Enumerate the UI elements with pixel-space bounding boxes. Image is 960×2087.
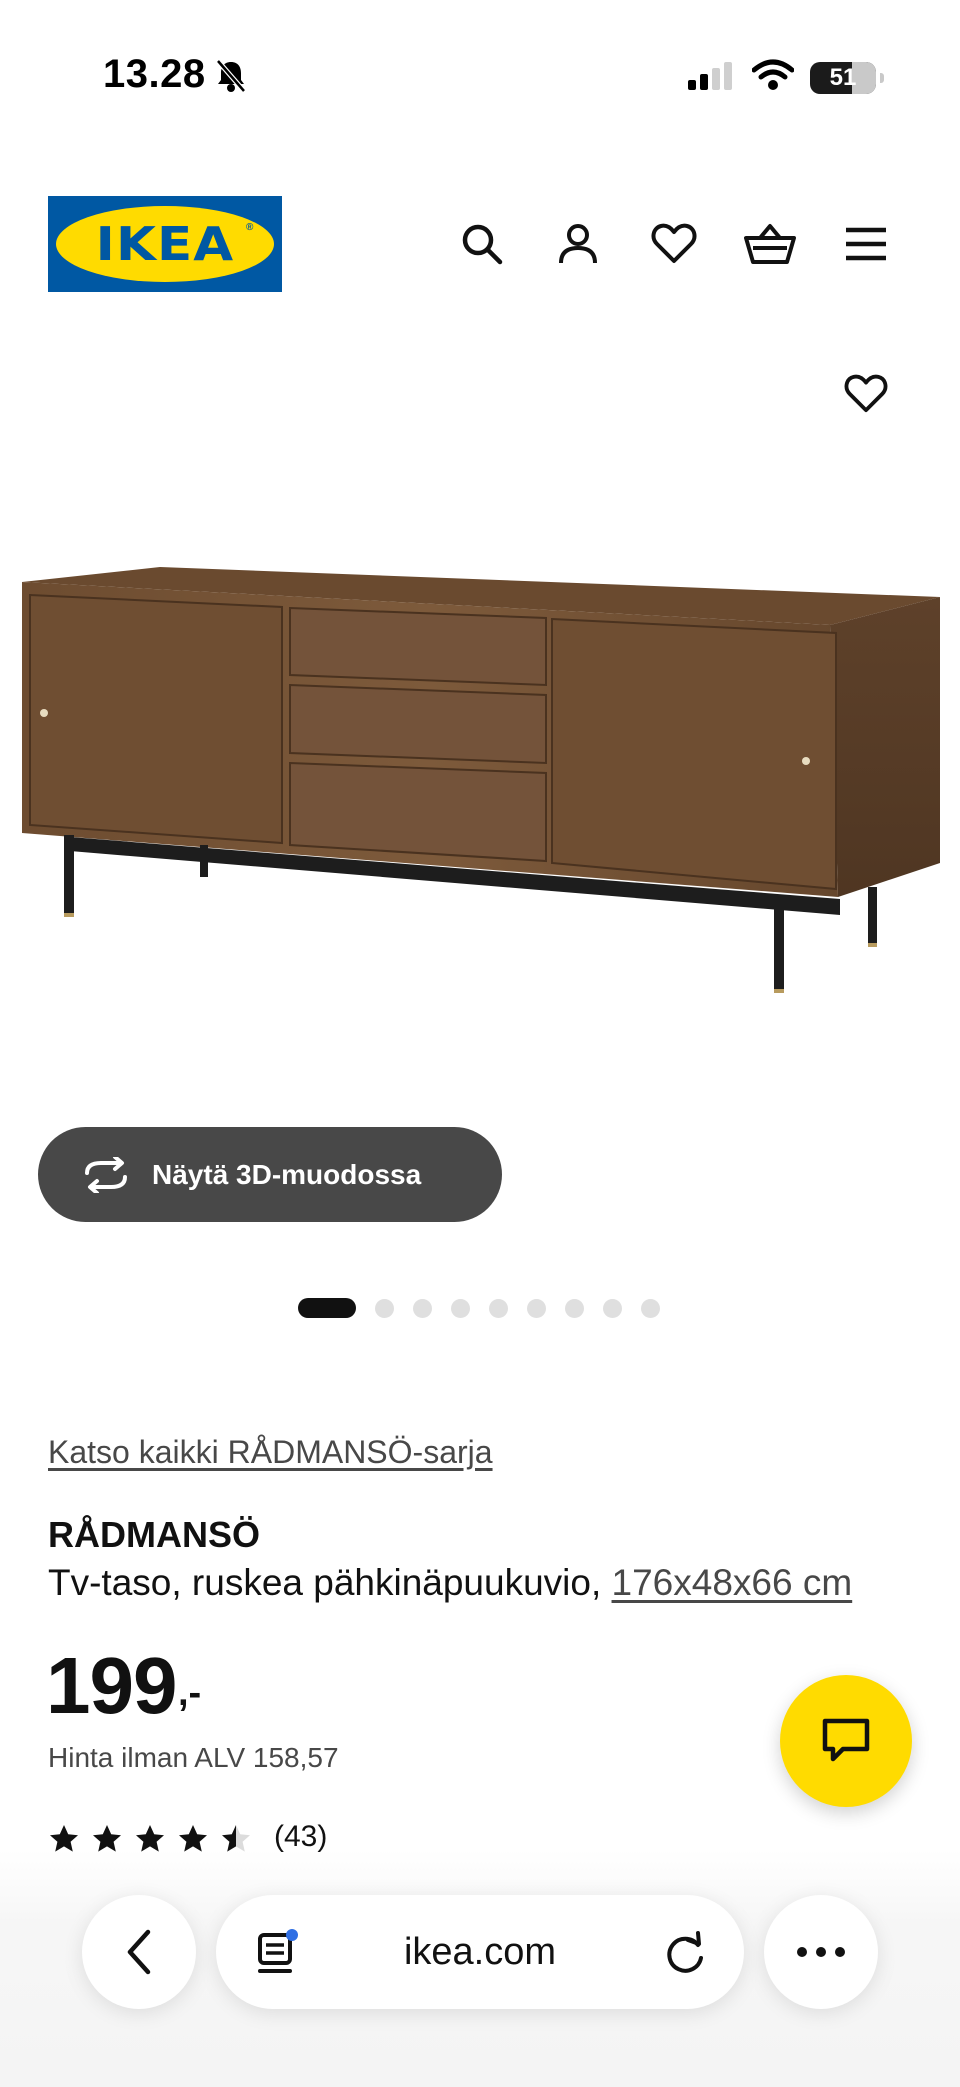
pagination-dot[interactable] (641, 1298, 660, 1318)
price-without-vat: Hinta ilman ALV 158,57 (48, 1742, 339, 1773)
account-button[interactable] (548, 214, 608, 274)
product-name: RÅDMANSÖ (48, 1514, 260, 1555)
add-to-favourites-button[interactable] (836, 364, 896, 424)
ikea-logo[interactable]: IKEA ® (48, 196, 282, 292)
browser-more-button[interactable] (764, 1895, 878, 2009)
battery-indicator: 51 (810, 62, 884, 94)
favourites-button[interactable] (644, 214, 704, 274)
rotate-3d-icon (78, 1155, 134, 1195)
chevron-left-icon (127, 1929, 151, 1975)
browser-back-button[interactable] (82, 1895, 196, 2009)
product-description: Tv-taso, ruskea pähkinäpuukuvio, 176x48x… (48, 1562, 852, 1604)
price-suffix: ,- (178, 1672, 202, 1714)
pagination-dot[interactable] (413, 1298, 432, 1318)
heart-icon (651, 223, 697, 263)
pagination-dot[interactable] (375, 1298, 394, 1318)
silent-bell-icon (214, 58, 248, 99)
view-in-3d-button[interactable]: Näytä 3D-muodossa (38, 1127, 502, 1222)
battery-level: 51 (829, 64, 857, 91)
heart-icon (844, 374, 888, 413)
more-icon (797, 1947, 845, 1957)
reload-icon[interactable] (662, 1930, 708, 1976)
wifi-icon (751, 58, 795, 97)
pagination-dot[interactable] (603, 1298, 622, 1318)
status-time: 13.28 (103, 52, 206, 96)
chat-button[interactable] (780, 1675, 912, 1807)
pagination-dot[interactable] (527, 1298, 546, 1318)
pagination-dot[interactable] (565, 1298, 584, 1318)
address-bar[interactable]: ikea.com (216, 1895, 744, 2009)
menu-button[interactable] (836, 214, 896, 274)
basket-button[interactable] (740, 214, 800, 274)
pagination-dot[interactable] (298, 1298, 356, 1318)
logo-text: IKEA (95, 217, 235, 271)
product-image[interactable] (0, 545, 960, 1005)
product-price: 199 (46, 1641, 177, 1730)
menu-icon (846, 227, 886, 261)
pagination-dot[interactable] (489, 1298, 508, 1318)
basket-icon (744, 224, 796, 264)
search-button[interactable] (452, 214, 512, 274)
search-icon (462, 224, 503, 265)
review-count[interactable]: (43) (274, 1820, 327, 1854)
view-in-3d-label: Näytä 3D-muodossa (152, 1158, 422, 1190)
product-description-text: Tv-taso, ruskea pähkinäpuukuvio, (48, 1562, 612, 1603)
image-pagination (298, 1298, 679, 1318)
cellular-signal-icon (688, 62, 738, 99)
pagination-dot[interactable] (451, 1298, 470, 1318)
account-icon (559, 224, 597, 264)
status-bar: 13.28 51 (0, 0, 960, 150)
series-link[interactable]: Katso kaikki RÅDMANSÖ-sarja (48, 1434, 493, 1471)
chat-icon (822, 1718, 870, 1762)
product-dimensions-link[interactable]: 176x48x66 cm (612, 1562, 853, 1603)
